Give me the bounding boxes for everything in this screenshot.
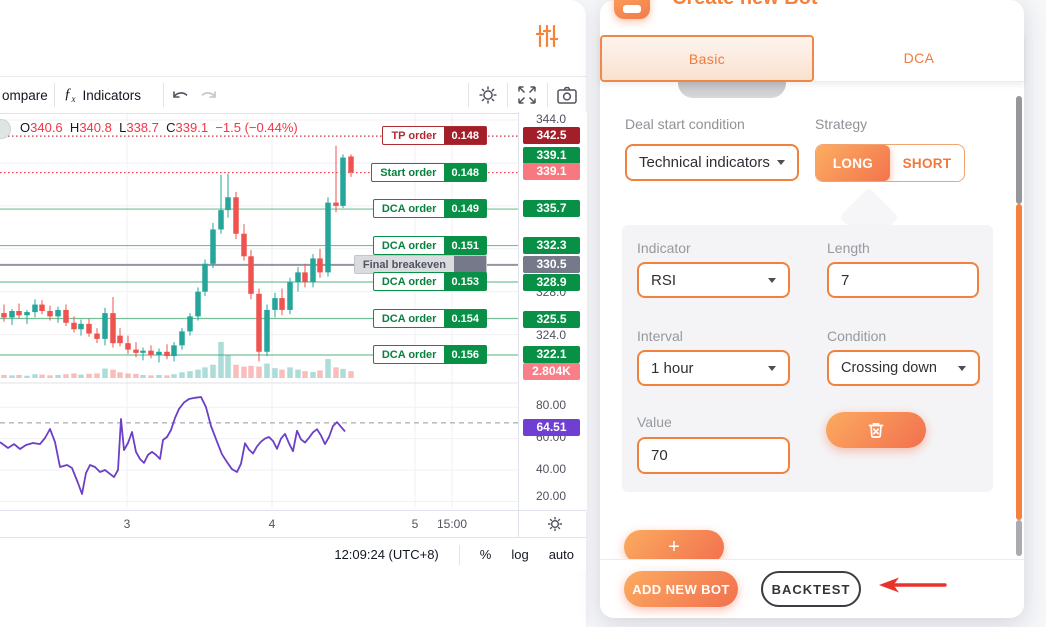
price-badge: 335.7 <box>523 200 580 217</box>
length-input[interactable] <box>827 262 979 298</box>
condition-label: Condition <box>827 328 886 344</box>
chevron-down-icon <box>958 366 966 371</box>
length-label: Length <box>827 240 870 256</box>
axis-label: 20.00 <box>519 489 583 503</box>
chevron-down-icon <box>768 278 776 283</box>
chart-plot-area[interactable]: O340.6 H340.8 L338.7 C339.1 −1.5 (−0.44%… <box>0 112 518 510</box>
strategy-long-button[interactable]: LONG <box>816 145 890 181</box>
time-axis-label: 4 <box>250 517 294 531</box>
tab-dca[interactable]: DCA <box>814 35 1024 82</box>
time-axis-label: 15:00 <box>430 517 474 531</box>
strategy-short-button[interactable]: SHORT <box>890 145 964 181</box>
indicator-select[interactable]: RSI <box>637 262 790 298</box>
deal-start-condition-select[interactable]: Technical indicators <box>625 144 799 181</box>
tab-basic[interactable]: Basic <box>600 35 814 82</box>
order-label-breakeven[interactable]: Final breakeven <box>354 255 487 274</box>
axis-label: 40.00 <box>519 462 583 476</box>
add-new-bot-button[interactable]: ADD NEW BOT <box>624 571 738 607</box>
auto-scale-button[interactable]: auto <box>549 547 574 562</box>
interval-select[interactable]: 1 hour <box>637 350 790 386</box>
order-label-dca[interactable]: DCA order0.149 <box>373 199 487 218</box>
scrollbar-thumb[interactable] <box>1016 204 1022 520</box>
price-badge: 342.5 <box>523 127 580 144</box>
order-label-dca[interactable]: DCA order0.156 <box>373 345 487 364</box>
percent-scale-button[interactable]: % <box>480 547 492 562</box>
strategy-label: Strategy <box>815 116 867 132</box>
scrollbar-track-bottom[interactable] <box>1016 520 1022 556</box>
price-badge: 332.3 <box>523 237 580 254</box>
chart-panel: ompare ƒx Indicators <box>0 0 586 627</box>
time-axis-label: 3 <box>105 517 149 531</box>
adjustments-sliders-icon[interactable] <box>536 23 558 49</box>
deal-start-condition-label: Deal start condition <box>625 116 745 132</box>
indicator-label: Indicator <box>637 240 691 256</box>
ohlc-readout: O340.6 H340.8 L338.7 C339.1 −1.5 (−0.44%… <box>20 120 298 135</box>
tab-bar: Basic DCA <box>600 35 1024 82</box>
value-input[interactable] <box>637 437 790 474</box>
time-axis[interactable]: 34515:00 <box>0 510 586 538</box>
scrollbar-track-top[interactable] <box>1016 96 1022 204</box>
order-label-start[interactable]: Start order0.148 <box>371 163 487 182</box>
panel-title: Create new Bot <box>672 0 818 10</box>
condition-select[interactable]: Crossing down <box>827 350 980 386</box>
camera-snapshot-icon[interactable] <box>556 77 578 113</box>
annotation-arrow-icon <box>876 576 948 594</box>
panel-footer: ADD NEW BOT BACKTEST <box>600 559 1024 618</box>
price-badge: 339.1 <box>523 147 580 164</box>
strategy-toggle: LONG SHORT <box>815 144 965 182</box>
price-axis[interactable]: 344.0328.0324.080.0060.0040.0020.00342.5… <box>518 112 587 510</box>
price-badge: 2.804K <box>523 363 580 380</box>
bot-icon <box>614 0 650 19</box>
interval-label: Interval <box>637 328 683 344</box>
order-label-dca[interactable]: DCA order0.154 <box>373 309 487 328</box>
price-badge: 339.1 <box>523 163 580 180</box>
axis-label: 80.00 <box>519 398 583 412</box>
axis-label: 344.0 <box>519 112 583 126</box>
axis-label: 324.0 <box>519 328 583 342</box>
price-badge: 330.5 <box>523 256 580 273</box>
price-badge: 322.1 <box>523 346 580 363</box>
axis-settings-icon[interactable] <box>546 515 564 533</box>
value-label: Value <box>637 414 672 430</box>
clock-label: 12:09:24 (UTC+8) <box>334 547 438 562</box>
price-badge: 325.5 <box>523 311 580 328</box>
chevron-down-icon <box>768 366 776 371</box>
screenshot-root: ompare ƒx Indicators <box>0 0 1046 627</box>
chevron-down-icon <box>777 160 785 165</box>
chart-bottom-bar: 12:09:24 (UTC+8) % log auto <box>0 537 586 571</box>
order-label-dca[interactable]: DCA order0.153 <box>373 272 487 291</box>
create-bot-panel: Create new Bot Basic DCA Deal start cond… <box>600 0 1024 618</box>
price-badge: 328.9 <box>523 274 580 291</box>
order-label-tp[interactable]: TP order0.148 <box>382 126 487 145</box>
delete-condition-button[interactable] <box>826 412 926 448</box>
log-scale-button[interactable]: log <box>511 547 528 562</box>
fullscreen-icon[interactable] <box>516 77 538 113</box>
price-badge: 64.51 <box>523 419 580 436</box>
order-label-dca[interactable]: DCA order0.151 <box>373 236 487 255</box>
trash-icon <box>867 421 885 439</box>
backtest-button[interactable]: BACKTEST <box>761 571 861 607</box>
